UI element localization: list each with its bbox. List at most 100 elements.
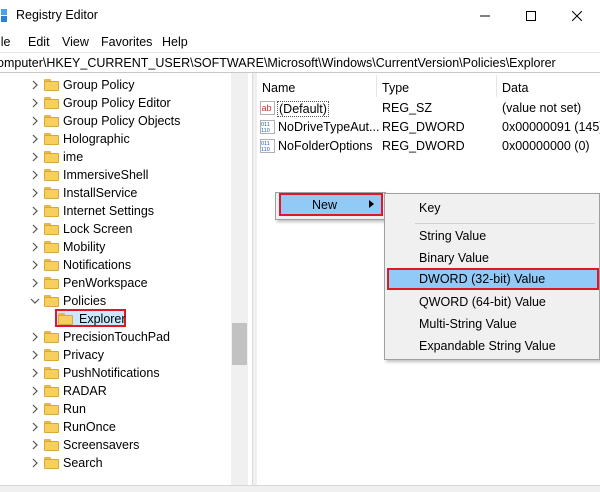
chevron-right-icon[interactable] (30, 350, 40, 360)
chevron-right-icon[interactable] (30, 440, 40, 450)
column-header-data[interactable]: Data (502, 81, 528, 95)
column-header-type[interactable]: Type (382, 81, 409, 95)
tree-item-internet-settings[interactable]: Internet Settings (0, 202, 231, 220)
tree-item-explorer[interactable]: Explorer (0, 309, 231, 328)
chevron-right-icon[interactable] (30, 368, 40, 378)
submenu-item-multi-string-value[interactable]: Multi-String Value (385, 313, 599, 335)
chevron-right-icon[interactable] (30, 98, 40, 108)
chevron-down-icon[interactable] (30, 296, 40, 306)
tree-item-pushnotifications[interactable]: PushNotifications (0, 364, 231, 382)
value-row[interactable]: ab (Default) REG_SZ (value not set) (256, 99, 600, 118)
menu-view[interactable]: View (62, 35, 89, 49)
menu-favorites[interactable]: Favorites (101, 35, 152, 49)
menu-help[interactable]: Help (162, 35, 188, 49)
chevron-right-icon[interactable] (30, 134, 40, 144)
folder-icon (44, 97, 59, 109)
value-row[interactable]: 011 110 NoFolderOptions REG_DWORD 0x0000… (256, 137, 600, 156)
chevron-right-icon[interactable] (30, 422, 40, 432)
tree-item-privacy[interactable]: Privacy (0, 346, 231, 364)
tree-item-label: Explorer (79, 312, 126, 326)
tree-item-run[interactable]: Run (0, 400, 231, 418)
folder-icon (44, 169, 59, 181)
tree-item-group-policy[interactable]: Group Policy (0, 76, 231, 94)
value-data: 0x00000000 (0) (502, 139, 590, 153)
folder-icon (44, 223, 59, 235)
submenu-item-expandable-string-value[interactable]: Expandable String Value (385, 335, 599, 357)
window-title: Registry Editor (16, 8, 98, 22)
context-menu-new[interactable]: New (279, 193, 383, 216)
close-button[interactable] (554, 0, 600, 32)
tree-item-label: PrecisionTouchPad (63, 330, 171, 344)
chevron-right-icon[interactable] (30, 224, 40, 234)
menu-file[interactable]: ile (0, 35, 11, 49)
chevron-right-icon[interactable] (30, 242, 40, 252)
string-value-icon: ab (260, 101, 275, 115)
column-divider[interactable] (496, 75, 497, 97)
submenu-item-string-value[interactable]: String Value (385, 225, 599, 247)
tree-item-label: Group Policy (63, 78, 135, 92)
submenu-item-key[interactable]: Key (385, 197, 599, 219)
chevron-right-icon[interactable] (30, 260, 40, 270)
submenu-arrow-icon (369, 200, 374, 208)
value-type: REG_SZ (382, 101, 433, 115)
submenu-item-binary-value[interactable]: Binary Value (385, 247, 599, 269)
folder-icon (44, 187, 59, 199)
maximize-button[interactable] (508, 0, 554, 32)
chevron-right-icon[interactable] (30, 404, 40, 414)
chevron-right-icon[interactable] (30, 458, 40, 468)
folder-icon (44, 295, 59, 307)
submenu-item-label: Key (419, 201, 441, 215)
submenu-item-dword-value[interactable]: DWORD (32-bit) Value (387, 268, 599, 290)
tree-item-immersiveshell[interactable]: ImmersiveShell (0, 166, 231, 184)
tree-item-notifications[interactable]: Notifications (0, 256, 231, 274)
tree-item-label: ime (63, 150, 84, 164)
folder-icon (44, 205, 59, 217)
tree-item-screensavers[interactable]: Screensavers (0, 436, 231, 454)
chevron-right-icon[interactable] (30, 152, 40, 162)
tree-item-label: ImmersiveShell (63, 168, 149, 182)
chevron-right-icon[interactable] (30, 116, 40, 126)
chevron-right-icon[interactable] (30, 80, 40, 90)
tree-item-mobility[interactable]: Mobility (0, 238, 231, 256)
tree-item-group-policy-editor[interactable]: Group Policy Editor (0, 94, 231, 112)
tree-item-search[interactable]: Search (0, 454, 231, 472)
tree-item-label: PenWorkspace (63, 276, 148, 290)
menu-edit[interactable]: Edit (28, 35, 50, 49)
minimize-button[interactable] (462, 0, 508, 32)
tree-item-penworkspace[interactable]: PenWorkspace (0, 274, 231, 292)
column-header-name[interactable]: Name (262, 81, 295, 95)
tree-item-lock-screen[interactable]: Lock Screen (0, 220, 231, 238)
address-bar[interactable]: omputer\HKEY_CURRENT_USER\SOFTWARE\Micro… (0, 52, 600, 73)
chevron-right-icon[interactable] (30, 206, 40, 216)
value-row[interactable]: 011 110 NoDriveTypeAut... REG_DWORD 0x00… (256, 118, 600, 137)
folder-icon (44, 403, 59, 415)
column-divider[interactable] (376, 75, 377, 97)
binary-value-icon: 011 110 (260, 120, 275, 134)
chevron-right-icon[interactable] (30, 386, 40, 396)
submenu-item-label: String Value (419, 229, 487, 243)
chevron-right-icon[interactable] (30, 278, 40, 288)
tree-item-policies[interactable]: Policies (0, 292, 231, 310)
submenu-separator (415, 223, 595, 224)
value-type: REG_DWORD (382, 139, 465, 153)
tree-scrollbar[interactable] (231, 73, 248, 485)
tree-item-precisiontouchpad[interactable]: PrecisionTouchPad (0, 328, 231, 346)
tree-item-runonce[interactable]: RunOnce (0, 418, 231, 436)
folder-icon (44, 439, 59, 451)
tree-item-radar[interactable]: RADAR (0, 382, 231, 400)
tree-item-label: Lock Screen (63, 222, 133, 236)
submenu-item-qword-value[interactable]: QWORD (64-bit) Value (385, 291, 599, 313)
tree-item-installservice[interactable]: InstallService (0, 184, 231, 202)
tree-item-label: RunOnce (63, 420, 116, 434)
chevron-right-icon[interactable] (30, 170, 40, 180)
folder-icon (44, 349, 59, 361)
close-icon (572, 11, 582, 21)
tree-scrollbar-thumb[interactable] (232, 323, 247, 365)
chevron-right-icon[interactable] (30, 332, 40, 342)
chevron-right-icon[interactable] (30, 188, 40, 198)
tree-item-group-policy-objects[interactable]: Group Policy Objects (0, 112, 231, 130)
tree-item-holographic[interactable]: Holographic (0, 130, 231, 148)
tree-item-label: Privacy (63, 348, 104, 362)
tree-item-ime[interactable]: ime (0, 148, 231, 166)
folder-icon (44, 331, 59, 343)
